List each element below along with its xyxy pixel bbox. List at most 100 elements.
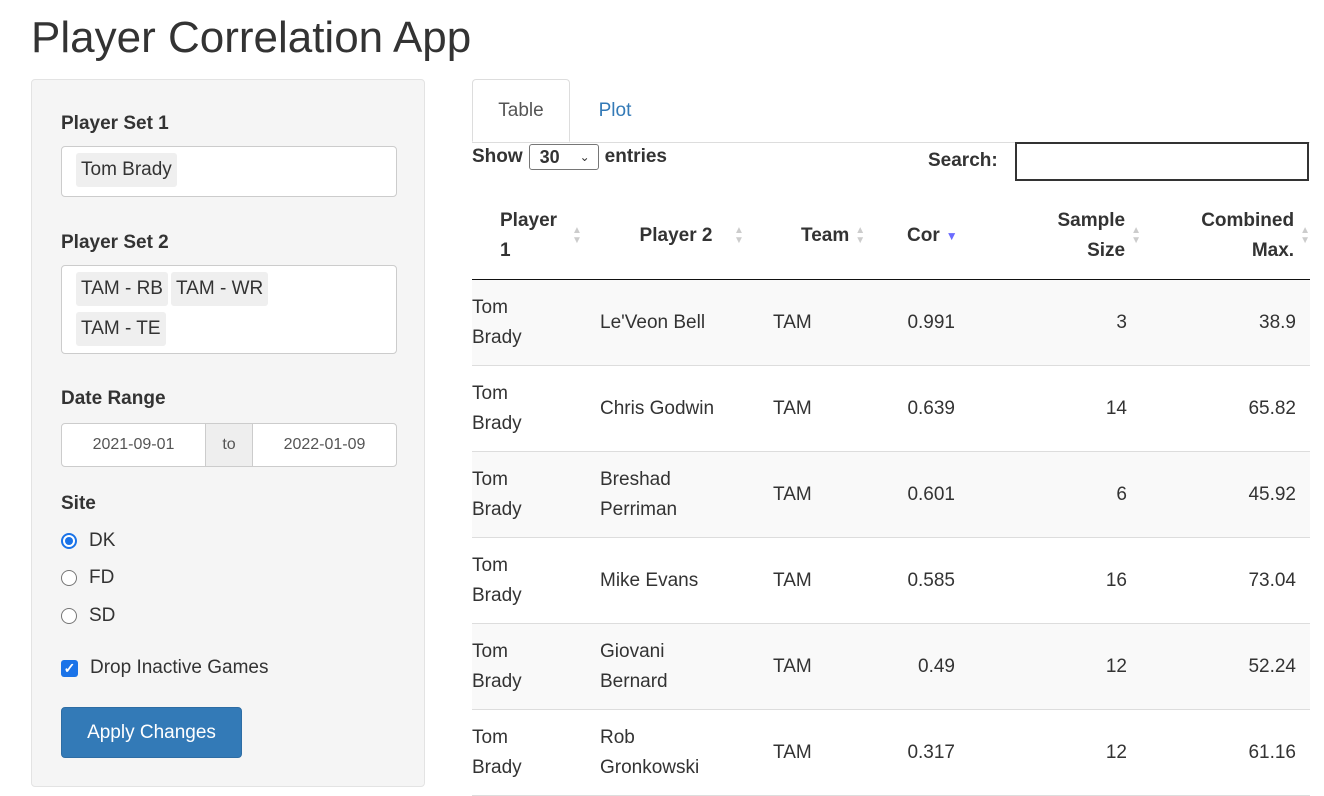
- entries-label: entries: [604, 146, 667, 167]
- site-option-label: DK: [89, 530, 116, 551]
- sort-icon: ▲ ▼: [572, 225, 582, 246]
- player-set-1-label: Player Set 1: [61, 113, 169, 134]
- cell-cor: 0.991: [883, 279, 983, 366]
- cell-text: Tom Brady: [472, 640, 522, 692]
- radio-button[interactable]: [61, 608, 77, 624]
- cell-sample-size: 3: [983, 279, 1141, 366]
- cell-team: TAM: [773, 709, 883, 796]
- cell-player-1: Tom Brady: [472, 537, 600, 624]
- site-option-label: SD: [89, 605, 116, 626]
- tab-bar: Table Plot: [472, 79, 1310, 143]
- column-header-label: Combined Max.: [1201, 210, 1295, 261]
- column-header-cor[interactable]: Cor ▼: [883, 193, 983, 280]
- site-label: Site: [61, 493, 96, 514]
- entries-select[interactable]: 30 ⌄: [528, 144, 599, 170]
- show-entries-control: Show 30 ⌄ entries: [472, 143, 667, 171]
- cell-combined-max: 52.24: [1141, 623, 1310, 710]
- entries-value: 30: [539, 146, 560, 167]
- table-row: Tom Brady Giovani Bernard TAM 0.49 12 52…: [472, 623, 1310, 710]
- tab-plot[interactable]: Plot: [570, 79, 660, 142]
- site-option-sd[interactable]: SD: [61, 605, 115, 627]
- cell-text: Tom Brady: [472, 468, 522, 520]
- site-option-label: FD: [89, 567, 115, 588]
- end-date-input[interactable]: 2022-01-09: [253, 424, 396, 466]
- selected-chip[interactable]: Tom Brady: [76, 153, 177, 187]
- date-range-separator: to: [205, 424, 253, 466]
- cell-text: Le'Veon Bell: [600, 311, 706, 333]
- search-input[interactable]: [1015, 142, 1309, 181]
- cell-combined-max: 65.82: [1141, 365, 1310, 452]
- apply-changes-button[interactable]: Apply Changes: [61, 707, 242, 758]
- cell-player-1: Tom Brady: [472, 451, 600, 538]
- correlation-table: Player 1 ▲ ▼ Player 2 ▲ ▼ Team ▲ ▼ Cor ▼…: [472, 193, 1310, 796]
- player-set-2-label: Player Set 2: [61, 232, 169, 253]
- column-header-label: Player 1: [500, 210, 558, 261]
- date-range-input: 2021-09-01 to 2022-01-09: [61, 423, 397, 467]
- cell-team: TAM: [773, 623, 883, 710]
- radio-button[interactable]: [61, 570, 77, 586]
- column-header-label: Team: [801, 225, 850, 246]
- table-body: Tom Brady Le'Veon Bell TAM 0.991 3 38.9 …: [472, 279, 1310, 796]
- cell-combined-max: 73.04: [1141, 537, 1310, 624]
- cell-player-1: Tom Brady: [472, 365, 600, 452]
- cell-text: Tom Brady: [472, 382, 522, 434]
- chevron-down-icon: ⌄: [579, 150, 590, 164]
- column-header-label: Player 2: [639, 225, 713, 246]
- site-option-fd[interactable]: FD: [61, 567, 114, 589]
- date-range-label: Date Range: [61, 388, 166, 409]
- cell-cor: 0.49: [883, 623, 983, 710]
- sort-descending-icon: ▼: [945, 229, 958, 243]
- player-set-1-select[interactable]: Tom Brady: [61, 146, 397, 197]
- checkmark-icon[interactable]: ✓: [61, 659, 78, 677]
- cell-text: Mike Evans: [600, 569, 699, 591]
- cell-text: Tom Brady: [472, 296, 522, 348]
- cell-combined-max: 38.9: [1141, 279, 1310, 366]
- cell-sample-size: 12: [983, 709, 1141, 796]
- table-row: Tom Brady Le'Veon Bell TAM 0.991 3 38.9: [472, 279, 1310, 366]
- cell-sample-size: 14: [983, 365, 1141, 452]
- table-row: Tom Brady Mike Evans TAM 0.585 16 73.04: [472, 537, 1310, 624]
- sort-icon: ▲ ▼: [1131, 225, 1141, 246]
- cell-player-2: Breshad Perriman: [600, 451, 773, 538]
- cell-text: Chris Godwin: [600, 397, 715, 419]
- drop-inactive-label: Drop Inactive Games: [90, 657, 269, 678]
- selected-chip[interactable]: TAM - RB: [76, 272, 168, 306]
- cell-sample-size: 16: [983, 537, 1141, 624]
- column-header-sample-size[interactable]: Sample Size ▲ ▼: [983, 193, 1141, 280]
- search-label: Search:: [928, 150, 998, 171]
- table-row: Tom Brady Rob Gronkowski TAM 0.317 12 61…: [472, 709, 1310, 796]
- cell-player-2: Giovani Bernard: [600, 623, 773, 710]
- drop-inactive-checkbox[interactable]: ✓ Drop Inactive Games: [61, 657, 268, 679]
- radio-button-checked[interactable]: [61, 533, 77, 549]
- selected-chip[interactable]: TAM - WR: [170, 272, 269, 306]
- cell-player-2: Rob Gronkowski: [600, 709, 773, 796]
- sort-icon: ▲ ▼: [855, 225, 866, 246]
- column-header-player-1[interactable]: Player 1 ▲ ▼: [472, 193, 600, 280]
- tab-table[interactable]: Table: [472, 79, 570, 142]
- cell-sample-size: 6: [983, 451, 1141, 538]
- column-header-player-2[interactable]: Player 2 ▲ ▼: [600, 193, 773, 280]
- cell-combined-max: 45.92: [1141, 451, 1310, 538]
- table-row: Tom Brady Breshad Perriman TAM 0.601 6 4…: [472, 451, 1310, 538]
- table-header-row: Player 1 ▲ ▼ Player 2 ▲ ▼ Team ▲ ▼ Cor ▼…: [472, 193, 1310, 280]
- cell-team: TAM: [773, 451, 883, 538]
- column-header-combined-max[interactable]: Combined Max. ▲ ▼: [1141, 193, 1310, 280]
- site-option-dk[interactable]: DK: [61, 530, 115, 552]
- column-header-team[interactable]: Team ▲ ▼: [773, 193, 883, 280]
- cell-player-1: Tom Brady: [472, 279, 600, 366]
- app-title: Player Correlation App: [31, 13, 472, 62]
- selected-chip[interactable]: TAM - TE: [76, 312, 166, 346]
- cell-player-2: Chris Godwin: [600, 365, 773, 452]
- show-label: Show: [472, 146, 523, 167]
- cell-player-1: Tom Brady: [472, 709, 600, 796]
- start-date-input[interactable]: 2021-09-01: [62, 424, 205, 466]
- column-header-label: Sample Size: [1057, 210, 1126, 261]
- cell-player-2: Mike Evans: [600, 537, 773, 624]
- cell-combined-max: 61.16: [1141, 709, 1310, 796]
- cell-team: TAM: [773, 279, 883, 366]
- sort-icon: ▲ ▼: [734, 225, 744, 246]
- player-set-2-select[interactable]: TAM - RB TAM - WR TAM - TE: [61, 265, 397, 354]
- cell-player-1: Tom Brady: [472, 623, 600, 710]
- sidebar-panel: Player Set 1 Tom Brady Player Set 2 TAM …: [31, 79, 425, 787]
- cell-team: TAM: [773, 537, 883, 624]
